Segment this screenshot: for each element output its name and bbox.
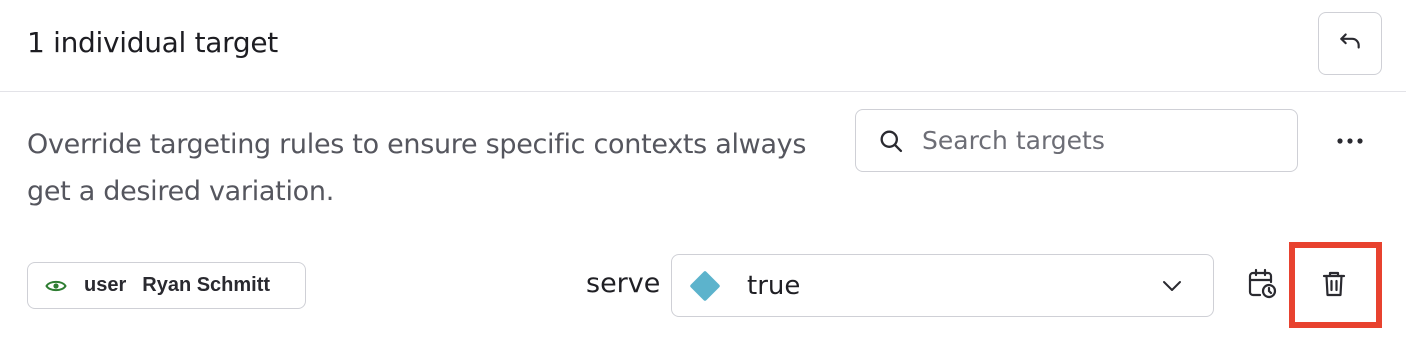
undo-icon: [1337, 28, 1363, 59]
schedule-button[interactable]: [1244, 268, 1280, 304]
delete-target-button[interactable]: [1316, 270, 1352, 302]
header: 1 individual target: [0, 0, 1406, 92]
trash-icon: [1322, 270, 1346, 303]
search-field[interactable]: [855, 109, 1298, 172]
target-name: Ryan Schmitt: [142, 274, 271, 296]
more-horizontal-icon: [1336, 132, 1364, 150]
chevron-down-icon: [1161, 275, 1183, 297]
variation-select[interactable]: true: [671, 254, 1214, 317]
variation-color-swatch: [689, 269, 721, 302]
undo-button[interactable]: [1318, 12, 1382, 75]
description-text: Override targeting rules to ensure speci…: [27, 129, 807, 207]
calendar-clock-icon: [1247, 268, 1277, 305]
search-input[interactable]: [922, 126, 1282, 155]
variation-value: true: [747, 270, 801, 301]
target-kind: user: [84, 274, 127, 296]
target-chip[interactable]: user Ryan Schmitt: [27, 262, 306, 309]
search-icon: [876, 126, 906, 156]
eye-icon: [45, 276, 69, 296]
page-title: 1 individual target: [27, 26, 278, 59]
serve-label: serve: [586, 268, 661, 299]
more-options-button[interactable]: [1322, 120, 1378, 162]
